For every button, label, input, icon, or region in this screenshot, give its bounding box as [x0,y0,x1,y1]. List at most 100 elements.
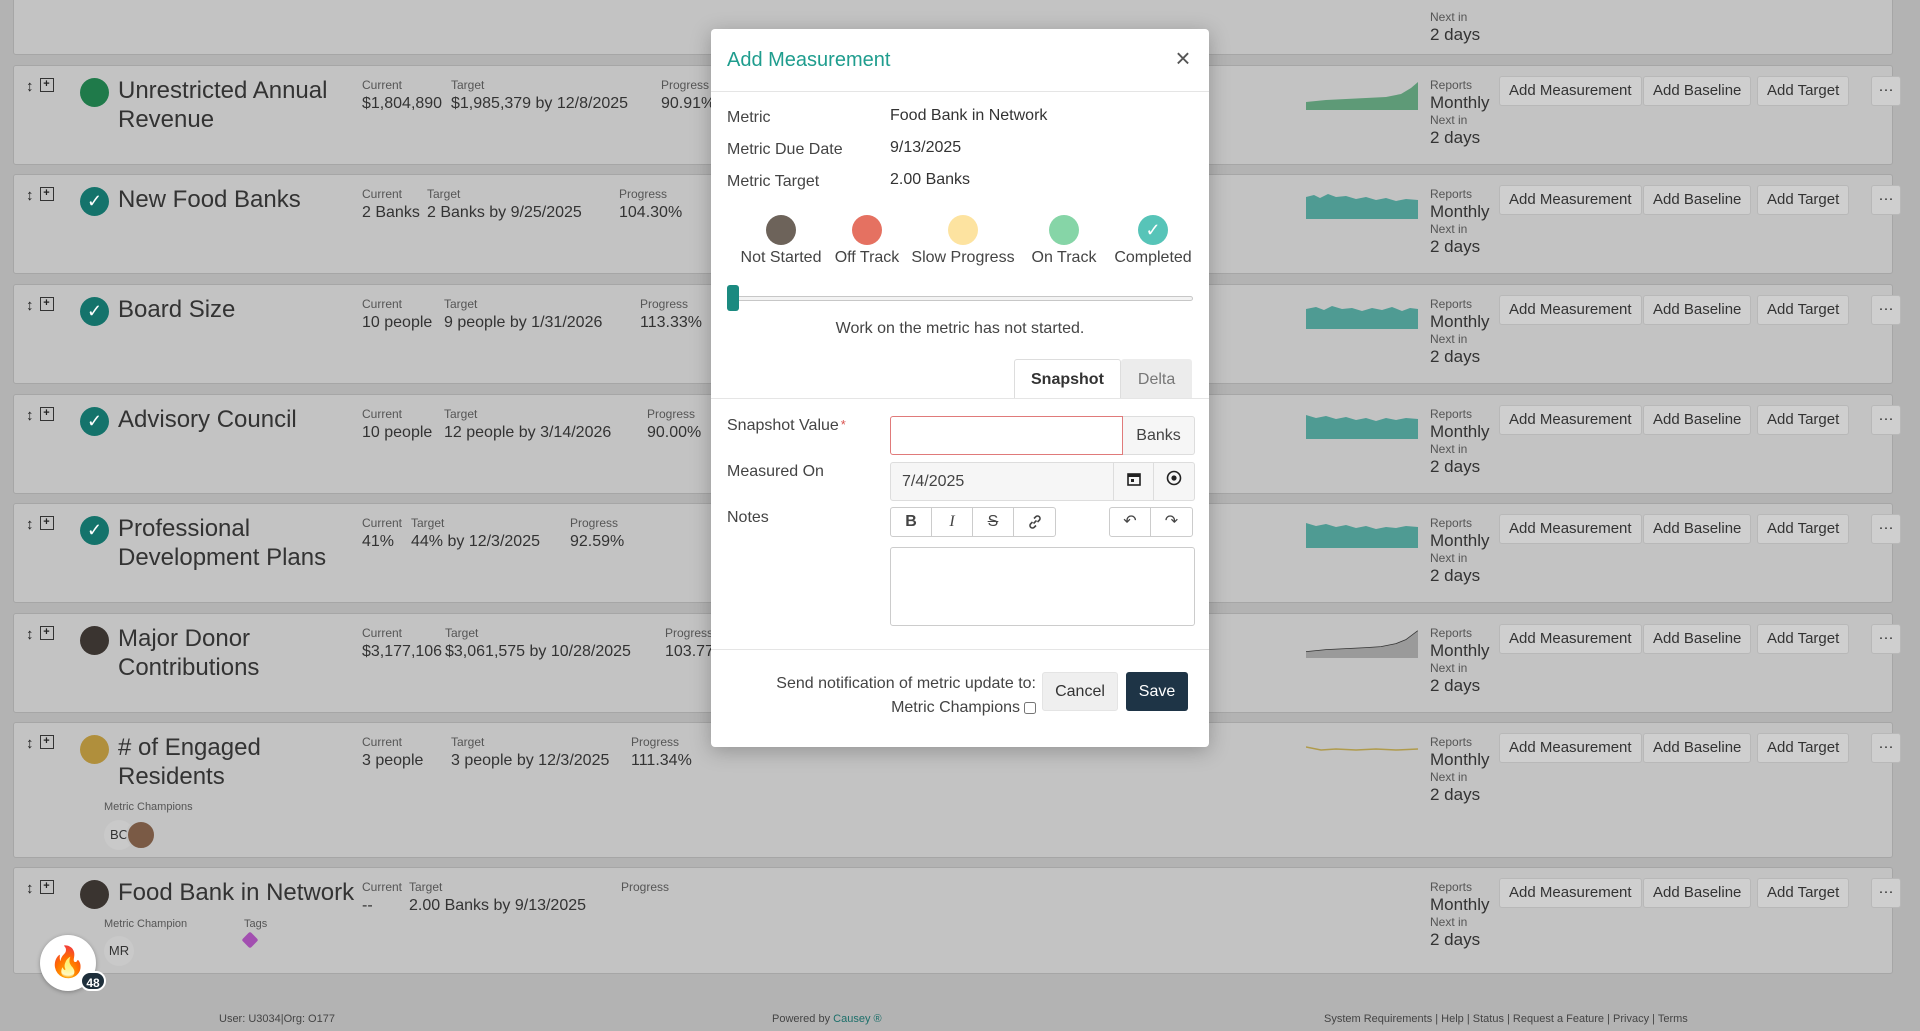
redo-icon[interactable]: ↷ [1151,508,1192,536]
metric-title[interactable]: Major Donor Contributions [118,624,368,682]
drag-handle-icon[interactable]: ↕ + [26,880,54,897]
metric-title[interactable]: Unrestricted Annual Revenue [118,76,368,134]
tab-snapshot[interactable]: Snapshot [1014,359,1121,399]
more-options-button[interactable]: ··· [1871,76,1901,106]
footer-links[interactable]: System Requirements | Help | Status | Re… [1324,1013,1688,1025]
more-options-button[interactable]: ··· [1871,295,1901,325]
more-options-button[interactable]: ··· [1871,878,1901,908]
add-target-button[interactable]: Add Target [1757,878,1850,908]
completed-check-icon: ✓ [80,187,109,216]
progress-label: Progress [570,516,619,530]
status-slow-progress[interactable]: Slow Progress [905,215,1021,267]
notification-badge: 48 [80,971,106,991]
reports-label: Reports [1430,78,1473,92]
slider-handle[interactable] [727,285,739,311]
drag-handle-icon[interactable]: ↕ + [26,626,54,643]
drag-handle-icon[interactable]: ↕ + [26,407,54,424]
snapshot-value-input[interactable] [890,416,1123,455]
add-baseline-button[interactable]: Add Baseline [1643,405,1752,435]
powered-brand[interactable]: Causey ® [833,1013,881,1025]
status-completed[interactable]: ✓ Completed [1107,215,1199,267]
metric-title[interactable]: Advisory Council [118,405,368,434]
drag-handle-icon[interactable]: ↕ + [26,78,54,95]
tab-delta[interactable]: Delta [1120,359,1193,399]
expand-icon[interactable]: + [39,735,54,749]
expand-icon[interactable]: + [39,626,54,640]
add-baseline-button[interactable]: Add Baseline [1643,76,1752,106]
modal-header: Add Measurement × [711,29,1209,92]
metric-title[interactable]: Professional Development Plans [118,514,368,572]
status-on-track[interactable]: On Track [1021,215,1107,267]
reports-frequency: Monthly [1430,895,1490,914]
more-options-button[interactable]: ··· [1871,624,1901,654]
add-baseline-button[interactable]: Add Baseline [1643,733,1752,763]
expand-icon[interactable]: + [39,516,54,530]
notes-editor[interactable] [890,547,1195,626]
calendar-icon[interactable] [1114,462,1154,501]
expand-icon[interactable]: + [39,297,54,311]
add-measurement-button[interactable]: Add Measurement [1499,405,1642,435]
add-measurement-button[interactable]: Add Measurement [1499,878,1642,908]
slider-track[interactable] [731,296,1193,301]
expand-icon[interactable]: + [39,78,54,92]
close-icon[interactable]: × [1171,45,1195,71]
expand-icon[interactable]: + [39,187,54,201]
status-not-started[interactable]: Not Started [733,215,829,267]
add-baseline-button[interactable]: Add Baseline [1643,514,1752,544]
add-target-button[interactable]: Add Target [1757,76,1850,106]
add-measurement-button[interactable]: Add Measurement [1499,733,1642,763]
more-options-button[interactable]: ··· [1871,733,1901,763]
save-button[interactable]: Save [1126,672,1188,711]
metric-title[interactable]: Board Size [118,295,368,324]
expand-icon[interactable]: + [39,407,54,421]
more-options-button[interactable]: ··· [1871,185,1901,215]
drag-handle-icon[interactable]: ↕ + [26,735,54,752]
add-target-button[interactable]: Add Target [1757,185,1850,215]
avatar[interactable]: MR [104,936,134,966]
target-label: Target [445,626,479,640]
link-icon[interactable] [1014,508,1055,536]
add-target-button[interactable]: Add Target [1757,295,1850,325]
italic-icon[interactable]: I [932,508,973,536]
metric-champions-checkbox[interactable] [1024,701,1036,714]
due-date-label: Metric Due Date [727,141,843,158]
clear-date-icon[interactable] [1154,462,1195,501]
undo-icon[interactable]: ↶ [1110,508,1151,536]
add-baseline-button[interactable]: Add Baseline [1643,185,1752,215]
more-options-button[interactable]: ··· [1871,514,1901,544]
metric-title[interactable]: Food Bank in Network [118,878,388,907]
status-off-track[interactable]: Off Track [829,215,905,267]
bold-icon[interactable]: B [891,508,932,536]
add-target-button[interactable]: Add Target [1757,514,1850,544]
avatar-photo[interactable] [126,820,156,850]
add-baseline-button[interactable]: Add Baseline [1643,624,1752,654]
add-measurement-button[interactable]: Add Measurement [1499,295,1642,325]
add-measurement-button[interactable]: Add Measurement [1499,624,1642,654]
next-in-value: 2 days [1430,457,1481,476]
measured-on-input[interactable]: 7/4/2025 [890,462,1114,501]
status-slider[interactable] [727,284,1195,312]
current-label: Current [362,880,403,894]
drag-handle-icon[interactable]: ↕ + [26,516,54,533]
tag-icon[interactable] [241,931,259,949]
drag-handle-icon[interactable]: ↕ + [26,187,54,204]
add-measurement-button[interactable]: Add Measurement [1499,514,1642,544]
metric-title[interactable]: New Food Banks [118,185,368,214]
add-baseline-button[interactable]: Add Baseline [1643,295,1752,325]
expand-icon[interactable]: + [39,880,54,894]
cancel-button[interactable]: Cancel [1042,672,1118,711]
metric-title[interactable]: # of Engaged Residents [118,733,368,791]
add-target-button[interactable]: Add Target [1757,624,1850,654]
progress-value: 103.77 [665,643,714,660]
add-target-button[interactable]: Add Target [1757,405,1850,435]
more-options-button[interactable]: ··· [1871,405,1901,435]
strikethrough-icon[interactable]: S [973,508,1014,536]
metric-card: ↕ + Food Bank in Network Current Target P… [13,867,1901,974]
add-measurement-modal: Add Measurement × Metric Food Bank in Ne… [711,29,1209,747]
drag-handle-icon[interactable]: ↕ + [26,297,54,314]
add-target-button[interactable]: Add Target [1757,733,1850,763]
add-measurement-button[interactable]: Add Measurement [1499,76,1642,106]
add-baseline-button[interactable]: Add Baseline [1643,878,1752,908]
target-value: 3 people by 12/3/2025 [451,752,610,769]
add-measurement-button[interactable]: Add Measurement [1499,185,1642,215]
